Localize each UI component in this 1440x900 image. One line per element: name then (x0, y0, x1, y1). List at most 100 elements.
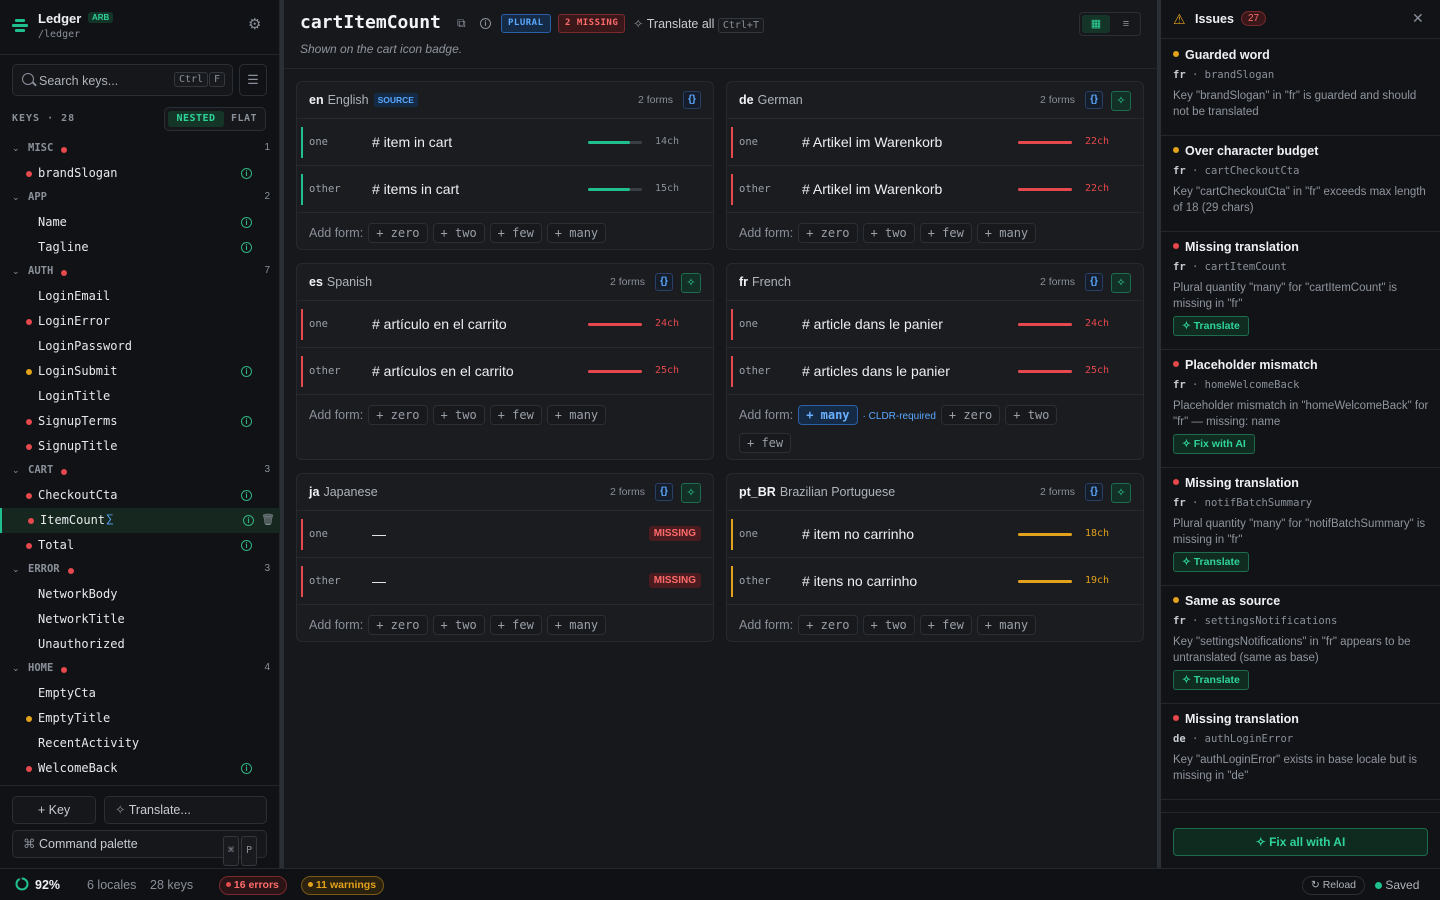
command-palette-button[interactable]: ⌘ Command palette ⌘ P (12, 830, 267, 866)
add-key-button[interactable]: + Key (12, 796, 96, 824)
key-item[interactable]: LoginError (0, 309, 280, 334)
translation-text[interactable]: # items in cart (372, 181, 459, 197)
issue-item[interactable]: Missing translation fr · notifBatchSumma… (1161, 468, 1440, 586)
key-item[interactable]: SignupTerms i (0, 409, 280, 434)
key-item[interactable]: ItemCount ∑ i 🗑 (0, 508, 280, 533)
key-item[interactable]: CheckoutCta i (0, 483, 280, 508)
add-form-chip[interactable]: + two (1005, 405, 1058, 425)
json-braces-icon[interactable]: {} (655, 273, 673, 291)
plural-form-row[interactable]: one # Artikel im Warenkorb 22ch (727, 119, 1143, 166)
key-item[interactable]: Tagline i (0, 235, 280, 260)
delete-icon[interactable]: 🗑 (261, 513, 275, 526)
issue-item[interactable]: Guarded word fr · brandSlogan Key "brand… (1161, 40, 1440, 136)
info-icon[interactable]: i (480, 18, 491, 29)
json-braces-icon[interactable]: {} (683, 91, 701, 109)
plural-form-row[interactable]: one # article dans le panier 24ch (727, 301, 1143, 348)
translation-text[interactable]: # artículos en el carrito (372, 363, 514, 379)
close-icon[interactable]: ✕ (1412, 10, 1424, 27)
issue-item[interactable]: Over character budget fr · cartCheckoutC… (1161, 136, 1440, 232)
ai-translate-icon[interactable]: ✧ (1111, 273, 1131, 293)
add-form-chip[interactable]: + two (432, 615, 485, 635)
add-form-many-required[interactable]: + many (798, 405, 858, 425)
plural-form-row[interactable]: one # item no carrinho 18ch (727, 511, 1143, 558)
add-form-chip[interactable]: + many (976, 223, 1037, 243)
add-form-chip[interactable]: + few (919, 615, 972, 635)
plural-form-row[interactable]: one # artículo en el carrito 24ch (297, 301, 713, 348)
plural-form-row[interactable]: other # articles dans le panier 25ch (727, 348, 1143, 395)
issue-action-button[interactable]: ✧ Translate (1173, 552, 1249, 572)
issue-item[interactable]: Missing translation de · authLoginError … (1161, 704, 1440, 800)
settings-gear-icon[interactable]: ⚙ (248, 17, 264, 33)
key-item[interactable]: LoginPassword (0, 334, 280, 359)
issue-action-button[interactable]: ✧ Translate (1173, 316, 1249, 336)
key-item[interactable]: LoginSubmit i (0, 359, 280, 384)
filter-icon[interactable]: ☰ (239, 64, 267, 96)
translation-text[interactable]: — (372, 526, 386, 542)
plural-form-row[interactable]: one — MISSING (297, 511, 713, 558)
group-error[interactable]: ⌄ ERROR 3 (0, 558, 280, 583)
add-form-chip[interactable]: + zero (368, 405, 428, 425)
list-view-icon[interactable]: ≡ (1112, 15, 1140, 33)
json-braces-icon[interactable]: {} (655, 483, 673, 501)
key-item[interactable]: Name i (0, 210, 280, 235)
translate-all-button[interactable]: ✧ Translate all Ctrl+T (633, 16, 764, 33)
fix-all-button[interactable]: ✧ Fix all with AI (1173, 828, 1428, 856)
view-flat-button[interactable]: FLAT (225, 111, 263, 127)
key-item[interactable]: NetworkTitle (0, 607, 280, 632)
search-input[interactable] (39, 72, 169, 89)
add-form-chip[interactable]: + many (976, 615, 1037, 635)
key-item[interactable]: Unauthorized (0, 632, 280, 657)
key-item[interactable]: LoginTitle (0, 384, 280, 409)
reload-button[interactable]: ↻ Reload (1302, 876, 1365, 895)
translation-text[interactable]: # item in cart (372, 134, 452, 150)
key-item[interactable]: SignupTitle (0, 434, 280, 459)
add-form-chip[interactable]: + many (546, 405, 607, 425)
issue-action-button[interactable]: ✧ Translate (1173, 670, 1249, 690)
group-cart[interactable]: ⌄ CART 3 (0, 459, 280, 484)
add-form-chip[interactable]: + few (739, 433, 792, 453)
group-app[interactable]: ⌄ APP 2 (0, 186, 280, 211)
ai-translate-icon[interactable]: ✧ (1111, 483, 1131, 503)
translation-text[interactable]: — (372, 573, 386, 589)
add-form-chip[interactable]: + many (546, 615, 607, 635)
add-form-chip[interactable]: + zero (940, 405, 1001, 425)
add-form-chip[interactable]: + few (489, 615, 542, 635)
view-nested-button[interactable]: NESTED (168, 111, 224, 127)
add-form-chip[interactable]: + few (489, 405, 542, 425)
group-home[interactable]: ⌄ HOME 4 (0, 657, 280, 682)
translation-text[interactable]: # item no carrinho (802, 526, 914, 542)
ai-translate-icon[interactable]: ✧ (681, 273, 701, 293)
copy-icon[interactable]: ⧉ (457, 17, 469, 29)
add-form-chip[interactable]: + zero (798, 223, 858, 243)
ai-translate-icon[interactable]: ✧ (1111, 91, 1131, 111)
key-item[interactable]: Total i (0, 533, 280, 558)
translate-button[interactable]: ✧ Translate... (104, 796, 267, 824)
grid-view-icon[interactable]: ▦ (1082, 15, 1110, 33)
issue-item[interactable]: Same as source fr · settingsNotification… (1161, 586, 1440, 704)
translation-text[interactable]: # itens no carrinho (802, 573, 917, 589)
group-auth[interactable]: ⌄ AUTH 7 (0, 260, 280, 285)
ai-translate-icon[interactable]: ✧ (681, 483, 701, 503)
plural-form-row[interactable]: other # itens no carrinho 19ch (727, 558, 1143, 605)
add-form-chip[interactable]: + few (919, 223, 972, 243)
translation-text[interactable]: # article dans le panier (802, 316, 943, 332)
plural-form-row[interactable]: other — MISSING (297, 558, 713, 605)
issue-item[interactable]: Placeholder mismatch fr · homeWelcomeBac… (1161, 350, 1440, 468)
add-form-chip[interactable]: + two (432, 405, 485, 425)
issue-action-button[interactable]: ✧ Fix with AI (1173, 434, 1255, 454)
key-item[interactable]: NetworkBody (0, 582, 280, 607)
add-form-chip[interactable]: + two (432, 223, 485, 243)
key-item[interactable]: EmptyCta (0, 681, 280, 706)
issue-item[interactable]: Missing translation fr · cartItemCount P… (1161, 232, 1440, 350)
translation-text[interactable]: # Artikel im Warenkorb (802, 134, 942, 150)
translation-text[interactable]: # Artikel im Warenkorb (802, 181, 942, 197)
translation-text[interactable]: # articles dans le panier (802, 363, 950, 379)
key-item[interactable]: brandSlogan i (0, 161, 280, 186)
add-form-chip[interactable]: + few (489, 223, 542, 243)
group-misc[interactable]: ⌄ MISC 1 (0, 137, 280, 162)
json-braces-icon[interactable]: {} (1085, 483, 1103, 501)
plural-form-row[interactable]: other # artículos en el carrito 25ch (297, 348, 713, 395)
errors-badge[interactable]: 16 errors (219, 876, 287, 895)
add-form-chip[interactable]: + two (862, 223, 915, 243)
key-item[interactable]: EmptyTitle (0, 706, 280, 731)
